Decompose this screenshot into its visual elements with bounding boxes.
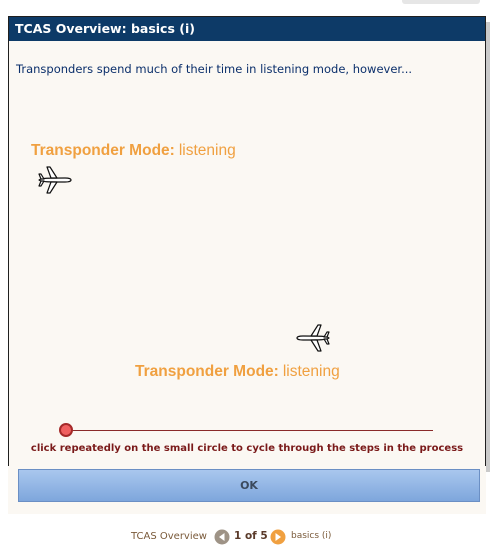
pager-section-label: TCAS Overview xyxy=(131,531,207,542)
step-circle-button[interactable] xyxy=(59,423,73,437)
airplane-icon xyxy=(38,166,72,194)
next-arrow-icon[interactable] xyxy=(270,529,286,545)
dialog-title: TCAS Overview: basics (i) xyxy=(9,17,485,41)
ok-button[interactable]: OK xyxy=(18,469,480,502)
pager-next-label: basics (i) xyxy=(291,531,332,541)
ok-button-area: OK xyxy=(8,466,486,514)
transponder-mode-key: Transponder Mode: xyxy=(135,363,279,380)
transponder-mode-label-1: Transponder Mode: listening xyxy=(31,142,236,160)
airplane-icon xyxy=(296,324,330,352)
description-text: Transponders spend much of their time in… xyxy=(16,62,413,76)
previous-arrow-icon[interactable] xyxy=(214,529,230,545)
page-counter: 1 of 5 xyxy=(234,530,268,542)
pager: TCAS Overview 1 of 5 basics (i) xyxy=(0,528,490,546)
transponder-mode-value: listening xyxy=(178,142,236,159)
transponder-mode-label-2: Transponder Mode: listening xyxy=(135,363,340,381)
step-track xyxy=(63,430,433,431)
transponder-mode-value: listening xyxy=(282,363,340,380)
instruction-hint: click repeatedly on the small circle to … xyxy=(30,443,464,454)
dialog: TCAS Overview: basics (i) Transponders s… xyxy=(8,16,486,468)
page: TCAS Overview: basics (i) Transponders s… xyxy=(0,0,490,557)
window-edge xyxy=(402,0,480,4)
transponder-mode-key: Transponder Mode: xyxy=(31,142,175,159)
